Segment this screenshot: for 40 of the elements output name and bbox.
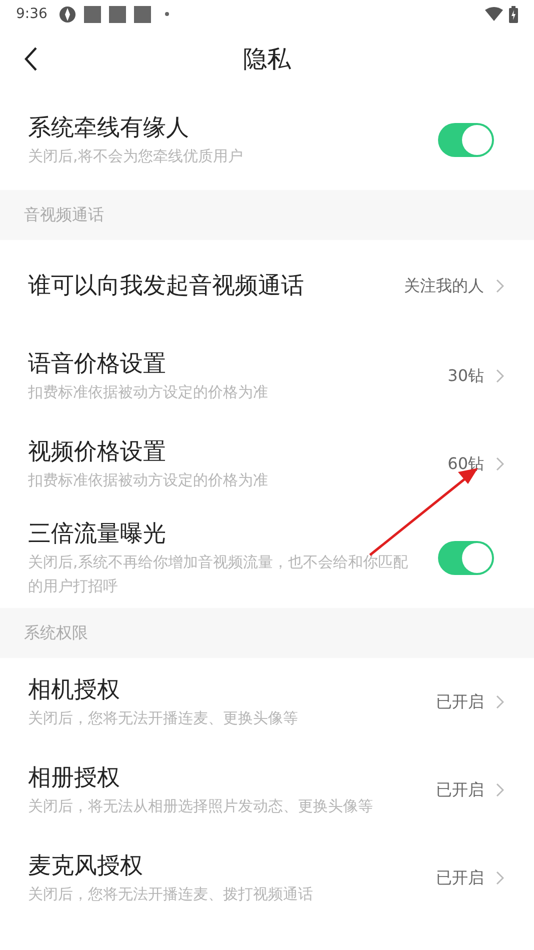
notification-icon <box>134 6 152 22</box>
row-description: 扣费标准依据被动方设定的价格为准 <box>28 470 269 491</box>
page-title: 隐私 <box>242 44 292 75</box>
row-title: 视频价格设置 <box>28 438 167 467</box>
row-value: 关注我的人 <box>404 276 484 296</box>
notification-icon <box>109 6 126 22</box>
row-title: 相册授权 <box>28 764 121 793</box>
row-value: 60钻 <box>448 454 484 474</box>
section-heading: 音视频通话 <box>24 204 104 226</box>
chevron-right-icon <box>496 279 504 293</box>
row-description: 关闭后，将无法从相册选择照片发动态、更换头像等 <box>28 796 374 817</box>
row-title: 谁可以向我发起音视频通话 <box>28 272 305 301</box>
chevron-right-icon <box>496 783 504 797</box>
row-description: 扣费标准依据被动方设定的价格为准 <box>28 382 269 403</box>
row-value: 已开启 <box>436 780 484 800</box>
toggle-switch[interactable] <box>438 541 494 575</box>
app-logo-icon <box>59 6 76 22</box>
row-value: 30钻 <box>448 366 484 386</box>
wifi-icon <box>485 7 503 21</box>
row-value: 已开启 <box>436 868 484 888</box>
battery-icon <box>509 6 518 22</box>
row-description: 关闭后,将不会为您牵线优质用户 <box>28 146 244 167</box>
row-title: 相机授权 <box>28 676 121 705</box>
chevron-right-icon <box>496 871 504 885</box>
row-title: 系统牵线有缘人 <box>28 114 190 143</box>
row-value: 已开启 <box>436 692 484 712</box>
chevron-right-icon <box>496 457 504 471</box>
row-description: 关闭后，您将无法开播连麦、更换头像等 <box>28 708 299 729</box>
chevron-right-icon <box>496 695 504 709</box>
row-title: 麦克风授权 <box>28 852 144 881</box>
row-title: 语音价格设置 <box>28 350 167 379</box>
row-description: 关闭后,系统不再给你增加音视频流量，也不会给和你匹配的用户打招呼 <box>28 552 408 597</box>
chevron-right-icon <box>496 369 504 383</box>
toggle-switch[interactable] <box>438 123 494 157</box>
status-time: 9:36 <box>16 6 48 22</box>
row-title: 三倍流量曝光 <box>28 520 167 549</box>
row-description: 关闭后，您将无法开播连麦、拨打视频通话 <box>28 884 314 905</box>
notification-icon <box>84 6 102 22</box>
section-heading: 系统权限 <box>24 622 88 644</box>
more-notifications-icon <box>165 12 170 16</box>
